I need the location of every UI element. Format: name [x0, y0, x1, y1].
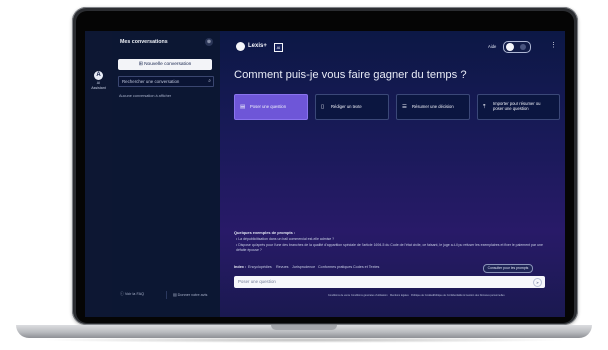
ask-question-input[interactable]: Poser une question ➤: [234, 276, 545, 288]
laptop-notch: [271, 325, 337, 330]
app-screen: A AI Assistant Mes conversations ⊗ ⊞ Nou…: [85, 31, 565, 317]
conversation-search-input[interactable]: Rechercher une conversation ⌕: [118, 76, 214, 87]
index-conformes[interactable]: Conformes pratiques: [318, 265, 352, 269]
sidebar-footer: ⓘ Voir la FAQ ▤ Donner votre avis: [112, 290, 220, 302]
close-icon[interactable]: ⊗: [205, 38, 213, 46]
upload-icon: ⤒: [483, 104, 486, 110]
index-encyclopedies[interactable]: Encyclopédies: [248, 265, 272, 269]
document-icon: ▯: [321, 104, 325, 110]
theme-toggle[interactable]: [503, 41, 531, 53]
card-label: Rédiger un texte: [331, 104, 362, 109]
feedback-link[interactable]: ▤ Donner votre avis: [173, 292, 207, 297]
page-headline: Comment puis-je vous faire gagner du tem…: [234, 69, 467, 81]
empty-state-text: Aucune conversation à afficher: [119, 94, 172, 98]
consult-prompts-button[interactable]: Consulter pour les prompts: [483, 264, 533, 273]
legal-link[interactable]: Conditions de vente: [328, 294, 350, 297]
send-icon[interactable]: ➤: [533, 278, 542, 287]
help-link[interactable]: Aide: [488, 44, 496, 49]
index-jurisprudence[interactable]: Jurisprudence: [292, 265, 315, 269]
ai-assistant-button[interactable]: A AI Assistant: [91, 71, 106, 99]
left-rail: A AI Assistant: [85, 31, 112, 317]
list-icon: ☰: [402, 104, 407, 110]
search-icon: ⌕: [208, 78, 211, 84]
examples-title: Quelques exemples de prompts :: [234, 230, 296, 235]
legal-link[interactable]: Mentions légales: [390, 294, 409, 297]
legal-link[interactable]: Politique de Confidentialité & Gestion d…: [433, 294, 505, 297]
faq-link-label: Voir la FAQ: [124, 292, 145, 296]
index-codes[interactable]: Codes et Textes: [353, 265, 379, 269]
legal-link[interactable]: Politique de Cookies: [411, 294, 434, 297]
example-prompt[interactable]: • La dépublicitisation dans un bail comm…: [236, 237, 556, 242]
example-prompt[interactable]: • Dispose qu'après pour l'une des branch…: [236, 243, 554, 252]
chat-icon: ▤: [240, 104, 246, 110]
card-label: Résumer une décision: [412, 104, 454, 109]
feedback-link-label: Donner votre avis: [177, 293, 208, 297]
assistant-icon: A: [94, 71, 103, 80]
rail-label-line1: AI: [96, 81, 101, 85]
new-conversation-label: Nouvelle conversation: [144, 62, 192, 67]
card-draft-text[interactable]: ▯ Rédiger un texte: [315, 94, 389, 120]
card-ask-question[interactable]: ▤ Poser une question: [234, 94, 308, 120]
logo-mark-icon: [236, 42, 245, 51]
card-summarize-decision[interactable]: ☰ Résumer une décision: [396, 94, 470, 120]
index-label: Index :: [234, 265, 247, 269]
sidebar-title: Mes conversations: [120, 39, 168, 45]
search-placeholder: Rechercher une conversation: [122, 79, 180, 84]
more-menu-icon[interactable]: ⋮: [550, 41, 557, 50]
footer-divider: [166, 291, 167, 299]
faq-link[interactable]: ⓘ Voir la FAQ: [120, 292, 144, 297]
logo-text: Lexis+: [248, 43, 267, 49]
card-label: Poser une question: [250, 104, 287, 109]
card-label: Importer pour résumer ou poser une quest…: [493, 101, 541, 111]
index-revues[interactable]: Revues: [276, 265, 289, 269]
action-cards: ▤ Poser une question ▯ Rédiger un texte …: [234, 94, 560, 120]
new-conversation-button[interactable]: ⊞ Nouvelle conversation: [118, 59, 212, 70]
main-panel: Lexis+ AI Aide ⋮ Comment puis-je vous fa…: [220, 31, 565, 317]
card-import-document[interactable]: ⤒ Importer pour résumer ou poser une que…: [477, 94, 560, 120]
conversations-sidebar: Mes conversations ⊗ ⊞ Nouvelle conversat…: [112, 31, 221, 317]
rail-label-line2: Assistant: [91, 86, 106, 90]
logo-ai-badge: AI: [274, 43, 283, 52]
moon-icon: [520, 44, 526, 50]
legal-link[interactable]: Conditions générales d'utilisation: [351, 294, 387, 297]
ask-placeholder: Poser une question: [238, 279, 276, 284]
toggle-knob: [506, 43, 514, 51]
